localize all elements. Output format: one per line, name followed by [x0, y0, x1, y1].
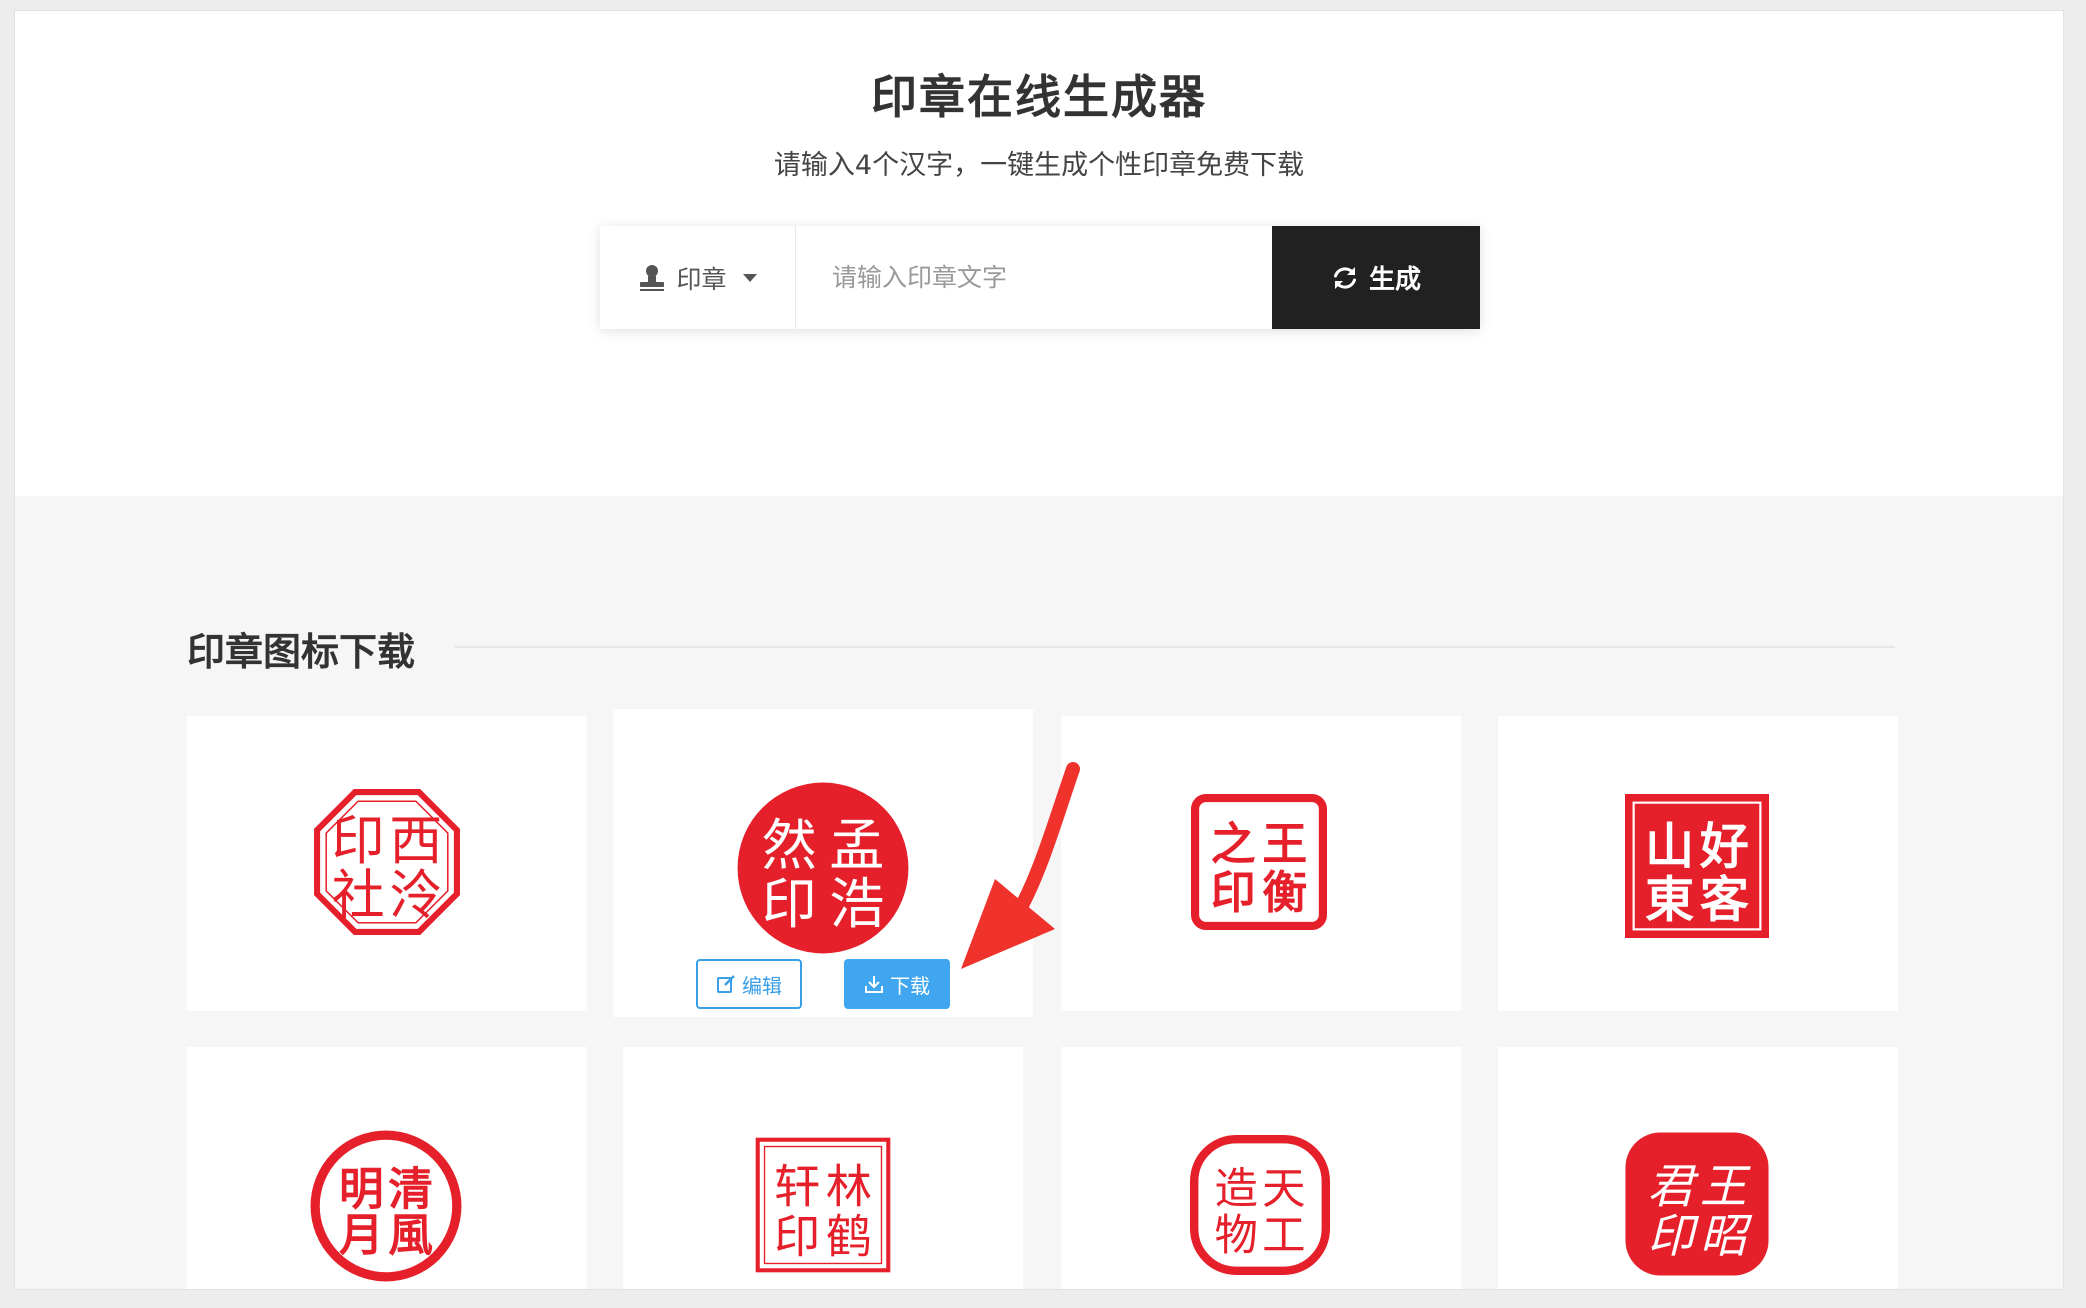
edit-icon [717, 975, 735, 993]
page: 印章在线生成器 请输入4个汉字，一键生成个性印章免费下载 印章 请输入印章文字 … [14, 10, 2064, 1290]
seal-type-label: 印章 [676, 264, 727, 294]
seal-generator-form: 印章 生成 [600, 226, 1480, 329]
download-icon [865, 976, 883, 993]
seal-card[interactable]: 印 西 社 泠 [187, 716, 587, 1011]
seal-char: 明 [339, 1163, 384, 1215]
seal-char: 好 [1699, 818, 1749, 875]
seal-char: 物 [1215, 1211, 1258, 1261]
seal-char: 印 [1211, 866, 1256, 919]
seal-char: 泠 [389, 865, 442, 927]
seal-char: 風 [388, 1210, 433, 1262]
generate-label: 生成 [1368, 265, 1421, 295]
refresh-icon [1333, 266, 1356, 289]
seal-image: 印 西 社 泠 [314, 789, 460, 935]
seal-image: 明 清 月 風 [310, 1130, 462, 1282]
stamp-icon [640, 264, 665, 291]
seal-char: 然 [762, 814, 817, 878]
seal-char: 之 [1211, 817, 1256, 870]
card-actions: 编辑 下载 [696, 959, 950, 1009]
seal-image: 之 王 印 衡 [1191, 794, 1327, 930]
section-title: 印章图标下载 [187, 630, 416, 674]
page-title: 印章在线生成器 [871, 70, 1207, 124]
seal-card[interactable]: 轩 林 印 鹤 [623, 1047, 1023, 1289]
seal-image: 君 王 印 昭 [1625, 1132, 1769, 1276]
annotation-arrow-icon [961, 762, 1080, 969]
seal-card[interactable]: 明 清 月 風 [187, 1047, 587, 1289]
edit-button[interactable]: 编辑 [696, 959, 802, 1009]
seal-card[interactable]: 山 好 東 客 [1498, 716, 1898, 1011]
chevron-down-icon [742, 273, 757, 282]
section-divider [455, 646, 1895, 648]
seal-char: 東 [1645, 871, 1694, 928]
page-subtitle: 请输入4个汉字，一键生成个性印章免费下载 [773, 150, 1305, 181]
seal-char: 浩 [829, 873, 884, 937]
seal-char: 鹤 [826, 1210, 872, 1264]
seal-card[interactable]: 之 王 印 衡 [1061, 716, 1461, 1011]
download-label: 下载 [890, 973, 930, 998]
seal-char: 君 [1647, 1161, 1699, 1215]
seal-image: 山 好 東 客 [1625, 794, 1769, 938]
seal-image: 造 天 物 工 [1190, 1135, 1330, 1275]
seal-char: 山 [1645, 818, 1694, 875]
seal-char: 印 [774, 1210, 820, 1264]
seal-char: 客 [1700, 871, 1749, 928]
seal-char: 清 [388, 1163, 433, 1215]
seal-type-dropdown[interactable]: 印章 [600, 226, 796, 329]
seal-text-input[interactable] [796, 226, 1272, 329]
seal-char: 工 [1262, 1211, 1305, 1261]
seal-char: 印 [1647, 1210, 1699, 1264]
seal-image: 轩 林 印 鹤 [755, 1137, 891, 1273]
seal-char: 王 [1700, 1161, 1751, 1215]
seal-image: 然 孟 印 浩 [737, 782, 909, 954]
seal-char: 林 [826, 1159, 872, 1213]
edit-label: 编辑 [742, 973, 782, 998]
seal-char: 印 [332, 810, 385, 872]
seal-char: 造 [1215, 1165, 1258, 1215]
seal-char: 昭 [1700, 1210, 1753, 1264]
seal-char: 衡 [1262, 866, 1307, 919]
seal-char: 印 [762, 873, 817, 937]
seal-char: 天 [1262, 1165, 1305, 1215]
hero-section: 印章在线生成器 请输入4个汉字，一键生成个性印章免费下载 印章 请输入印章文字 … [15, 11, 2063, 496]
download-button[interactable]: 下载 [844, 959, 950, 1009]
seal-char: 孟 [829, 814, 884, 878]
generate-button[interactable]: 生成 [1272, 226, 1480, 329]
seal-char: 西 [389, 810, 442, 872]
seal-card[interactable]: 君 王 印 昭 [1498, 1047, 1898, 1289]
seal-card[interactable]: 造 天 物 工 [1061, 1047, 1461, 1289]
seal-char: 轩 [774, 1159, 820, 1213]
seal-char: 月 [339, 1210, 384, 1262]
seal-char: 社 [332, 865, 385, 927]
seal-char: 王 [1262, 817, 1307, 870]
